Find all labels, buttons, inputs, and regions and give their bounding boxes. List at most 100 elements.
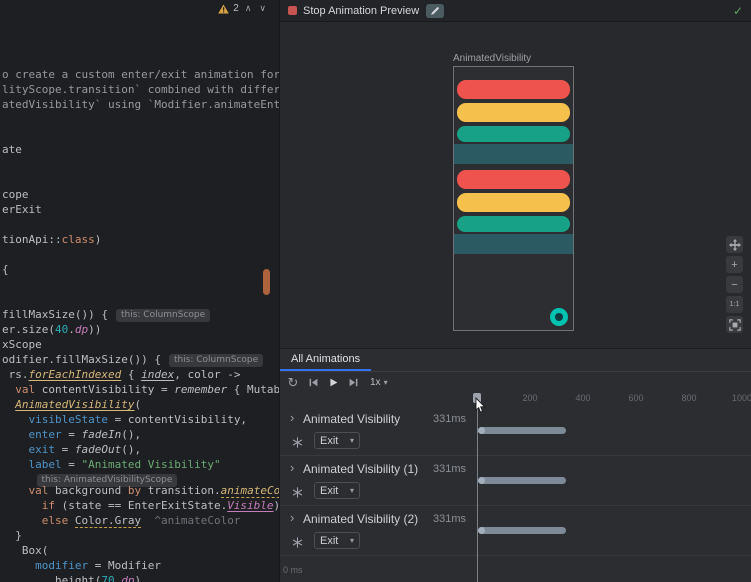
stop-label: Stop Animation Preview [303,5,419,17]
code-line: lityScope.transition` combined with diff… [2,82,279,97]
skip-to-start-button[interactable] [304,374,322,390]
timeline-track [478,427,566,434]
zoom-fit-icon [729,319,741,331]
dark-teal-box [454,144,573,164]
state-value: Exit [320,535,338,547]
ruler-tick-label: 1000 [727,393,751,403]
preview-toolbar: Stop Animation Preview ✓ [280,0,751,22]
inspections-widget[interactable]: 2 ∧ ∨ [218,3,268,14]
zoom-in-button[interactable]: + [726,256,743,273]
code-line: ate [2,142,22,157]
code-line: cope [2,187,29,202]
animation-label: Animated Visibility [303,412,400,426]
animation-row: › Animated Visibility 331ms Exit▾ [280,406,751,456]
expand-chevron-icon[interactable]: › [290,460,294,475]
chevron-down-icon: ▾ [350,486,354,495]
state-value: Exit [320,485,338,497]
animation-row: › Animated Visibility (1) 331ms Exit ▾ [280,456,751,506]
chevron-down-icon: ▾ [350,436,354,445]
spacer [454,67,573,80]
code-line: xScope [2,337,42,352]
dark-teal-box [454,234,573,254]
yellow-bar [457,103,570,122]
expand-chevron-icon[interactable]: › [290,410,294,425]
replay-button[interactable]: ↻ [284,374,302,390]
elapsed-time-label: 0 ms [283,565,303,575]
preview-canvas: AnimatedVisibility + − 1:1 [280,22,751,348]
state-dropdown[interactable]: Exit ▾ [314,532,360,549]
animation-label: Animated Visibility (1) [303,462,418,476]
inlay-hint: this: ColumnScope [116,309,210,322]
edit-button[interactable] [426,4,444,18]
pan-button[interactable] [726,236,743,253]
inlay-hint: this: ColumnScope [169,354,263,367]
tab-all-animations[interactable]: All Animations [280,349,371,371]
warning-count: 2 [233,3,239,14]
code-line: AnimatedVisibility( [2,397,141,412]
play-icon [328,377,339,388]
play-button[interactable] [324,374,342,390]
snowflake-icon [292,437,303,448]
timeline-track [478,477,566,484]
skip-to-end-icon [348,377,359,388]
mouse-cursor [475,397,487,414]
freeze-animation-button[interactable] [292,435,303,446]
code-line: val background by transition.animateColo… [2,483,279,498]
code-line: er.size(40.dp)) [2,322,101,337]
replay-icon: ↻ [288,376,299,389]
ruler-tick-label: 600 [621,393,651,403]
code-line: Box( [2,543,48,558]
preview-fab [550,308,568,326]
red-bar [457,170,570,189]
code-line: o create a custom enter/exit animation f… [2,67,279,82]
code-line: } [2,528,22,543]
code-line: label = "Animated Visibility" [2,457,221,472]
prev-issue-button[interactable]: ∧ [243,3,254,14]
freeze-animation-button[interactable] [292,535,303,546]
skip-to-end-button[interactable] [344,374,362,390]
code-editor[interactable]: 2 ∧ ∨ o create a custom enter/exit anima… [0,0,279,582]
zoom-actual-button[interactable]: 1:1 [726,296,743,313]
timeline-track [478,527,566,534]
pan-icon [729,239,741,251]
zoom-fit-button[interactable] [726,316,743,333]
yellow-bar [457,193,570,212]
build-success-icon[interactable]: ✓ [733,4,743,18]
zoom-controls: + − 1:1 [726,236,743,333]
code-line: odifier.fillMaxSize()) {this: ColumnScop… [2,352,263,367]
red-bar [457,80,570,99]
speed-value: 1x [370,377,381,388]
stop-icon [288,6,297,15]
animation-duration: 331ms [426,413,466,425]
state-dropdown[interactable]: Exit▾ [314,432,360,449]
code-line: { [2,262,9,277]
next-issue-button[interactable]: ∨ [257,3,268,14]
chevron-down-icon: ▾ [384,378,388,387]
code-line: enter = fadeIn(), [2,427,141,442]
editor-scrollbar-thumb[interactable] [263,269,270,295]
stop-animation-preview-button[interactable]: Stop Animation Preview [288,5,419,17]
code-line: exit = fadeOut(), [2,442,141,457]
device-content [454,67,573,330]
playhead-line [477,403,478,582]
device-frame [453,66,574,331]
freeze-animation-button[interactable] [292,485,303,496]
fab-dot [555,313,563,321]
code-line: val contentVisibility = remember { Mutab… [2,382,279,397]
animation-preview-pane: Stop Animation Preview ✓ AnimatedVisibil… [279,0,751,582]
playback-controls: ↻ 1x ▾ [284,373,388,391]
animation-duration: 331ms [426,463,466,475]
code-line: atedVisibility` using `Modifier.animateE… [2,97,279,112]
state-dropdown[interactable]: Exit ▾ [314,482,360,499]
pencil-icon [430,6,440,16]
animation-label: Animated Visibility (2) [303,512,418,526]
code-line: visibleState = contentVisibility, [2,412,247,427]
animation-rows: ›Animated Visibility331msExit▾›Animated … [280,406,751,556]
code-line: rs.forEachIndexed { index, color -> [2,367,240,382]
chevron-down-icon: ▾ [350,536,354,545]
code-line: erExit [2,202,42,217]
expand-chevron-icon[interactable]: › [290,510,294,525]
zoom-out-button[interactable]: − [726,276,743,293]
skip-to-start-icon [308,377,319,388]
playback-speed-dropdown[interactable]: 1x ▾ [370,377,388,388]
